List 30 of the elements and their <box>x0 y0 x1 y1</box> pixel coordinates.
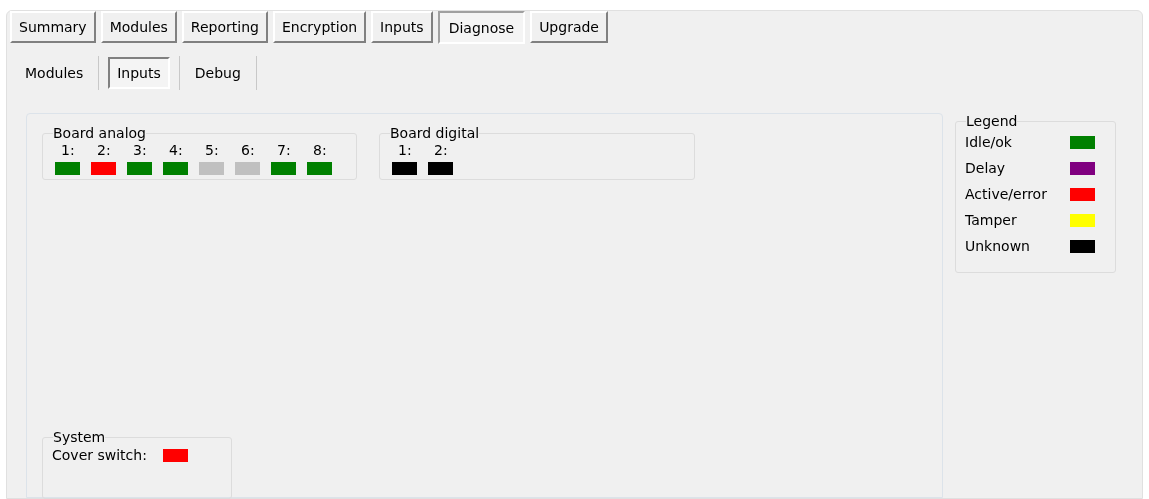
tab[interactable]: Reporting <box>181 11 268 43</box>
tab[interactable]: Inputs <box>371 11 433 43</box>
input-number: 7: <box>276 141 291 159</box>
group-title: System <box>53 429 106 445</box>
tab[interactable]: Modules <box>100 11 177 43</box>
legend-label: Active/error <box>965 184 1047 204</box>
legend-label: Tamper <box>965 210 1017 230</box>
tab[interactable]: Encryption <box>272 11 367 43</box>
tab[interactable]: Diagnose <box>437 11 526 44</box>
input-number: 3: <box>132 141 147 159</box>
sub-tab[interactable]: Inputs <box>108 57 170 89</box>
sub-tab[interactable]: Debug <box>184 57 251 89</box>
input-number: 4: <box>168 141 183 159</box>
input-number: 8: <box>312 141 327 159</box>
input-number: 6: <box>240 141 255 159</box>
input-number: 2: <box>96 141 111 159</box>
tab[interactable]: Summary <box>10 11 96 43</box>
group-title: Board analog <box>53 125 146 141</box>
tab[interactable]: Upgrade <box>530 11 608 43</box>
input-number: 1: <box>60 141 75 159</box>
legend-label: Idle/ok <box>965 132 1012 152</box>
group-title: Legend <box>966 113 1018 129</box>
sub-tab[interactable]: Modules <box>15 57 94 89</box>
input-number: 2: <box>433 141 448 159</box>
input-number: 5: <box>204 141 219 159</box>
group-title: Board digital <box>390 125 480 141</box>
status-label: Cover switch: <box>52 446 147 465</box>
input-number: 1: <box>397 141 412 159</box>
legend-label: Unknown <box>965 236 1030 256</box>
legend-label: Delay <box>965 158 1006 178</box>
